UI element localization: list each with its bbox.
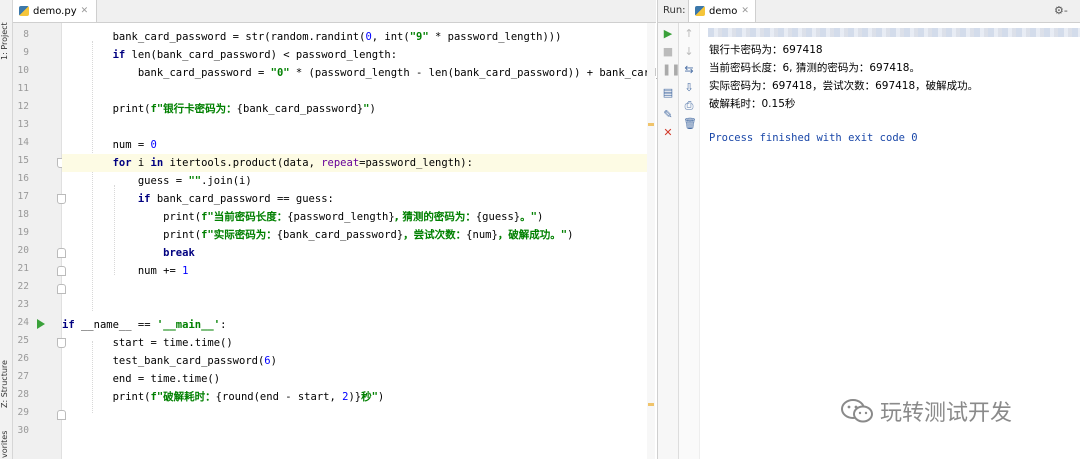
code-line-26: test_bank_card_password(6) bbox=[62, 355, 277, 367]
run-tab-label: demo bbox=[709, 5, 738, 17]
code-line-27: end = time.time() bbox=[62, 373, 221, 385]
line-number: 9 bbox=[23, 47, 29, 58]
python-file-icon bbox=[695, 6, 705, 16]
code-line-21: num += 1 bbox=[62, 265, 189, 277]
output-line: 破解耗时：0.15秒 bbox=[709, 98, 796, 110]
code-area[interactable]: bank_card_password = str(random.randint(… bbox=[62, 23, 714, 459]
line-number: 23 bbox=[17, 299, 29, 310]
trash-icon[interactable]: 🗑 bbox=[683, 118, 697, 130]
line-number: 11 bbox=[17, 83, 29, 94]
line-number: 8 bbox=[23, 29, 29, 40]
run-header: Run: demo ✕ ⚙- bbox=[658, 0, 1080, 23]
watermark: 玩转测试开发 bbox=[840, 395, 1012, 427]
code-line-17: if bank_card_password == guess: bbox=[137, 193, 334, 205]
structure-tool-button[interactable]: Z: Structure bbox=[0, 360, 12, 408]
line-number: 10 bbox=[17, 65, 29, 76]
output-line: 银行卡密码为：697418 bbox=[709, 44, 823, 56]
error-stripe-mark[interactable] bbox=[648, 123, 654, 126]
code-line-12: print(f"银行卡密码为：{bank_card_password}") bbox=[62, 103, 376, 115]
run-label: Run: bbox=[663, 5, 686, 16]
line-number: 19 bbox=[17, 227, 29, 238]
pause-icon[interactable]: ❚❚ bbox=[662, 64, 680, 76]
close-icon[interactable]: ✕ bbox=[741, 6, 749, 16]
error-stripe-mark[interactable] bbox=[648, 403, 654, 406]
restore-layout-icon[interactable]: ▤ bbox=[662, 87, 674, 99]
left-tool-strip: 1: Project Z: Structure vorites bbox=[0, 0, 13, 459]
line-number: 12 bbox=[17, 101, 29, 112]
line-number: 15 bbox=[17, 155, 29, 166]
gear-icon[interactable]: ⚙- bbox=[1054, 4, 1068, 17]
code-line-10: bank_card_password = "0" * (password_len… bbox=[62, 67, 714, 79]
scroll-to-end-icon[interactable]: ⇩ bbox=[683, 82, 695, 94]
line-number: 28 bbox=[17, 389, 29, 400]
editor-tab-bar: demo.py ✕ bbox=[13, 0, 656, 23]
pin-icon[interactable]: ✎ bbox=[662, 109, 674, 121]
editor-tab-label: demo.py bbox=[33, 5, 77, 17]
wechat-logo-icon bbox=[841, 399, 873, 423]
process-exit-message: Process finished with exit code 0 bbox=[709, 132, 918, 144]
line-number: 26 bbox=[17, 353, 29, 364]
code-line-24: if __name__ == '__main__': bbox=[62, 319, 227, 331]
line-number: 24 bbox=[17, 317, 29, 328]
run-gutter-icon[interactable] bbox=[37, 319, 45, 329]
down-arrow-icon[interactable]: ↓ bbox=[683, 46, 695, 58]
line-number: 13 bbox=[17, 119, 29, 130]
close-icon[interactable]: ✕ bbox=[81, 6, 89, 16]
line-number: 17 bbox=[17, 191, 29, 202]
line-number: 27 bbox=[17, 371, 29, 382]
code-line-15-current: for i in itertools.product(data, repeat=… bbox=[62, 154, 652, 172]
line-number: 18 bbox=[17, 209, 29, 220]
code-line-8: bank_card_password = str(random.randint(… bbox=[62, 31, 562, 43]
code-line-20: break bbox=[163, 247, 195, 259]
run-toolbar-primary: ▶ ■ ❚❚ ▤ ✎ ✕ bbox=[658, 23, 680, 459]
close-icon[interactable]: ✕ bbox=[662, 127, 674, 139]
stop-icon[interactable]: ■ bbox=[662, 46, 674, 58]
code-line-25: start = time.time() bbox=[62, 337, 233, 349]
code-line-16: guess = "".join(i) bbox=[62, 175, 252, 187]
line-number: 25 bbox=[17, 335, 29, 346]
code-line-9: if len(bank_card_password) < password_le… bbox=[112, 49, 398, 61]
code-line-18: print(f"当前密码长度：{password_length}, 猜测的密码为… bbox=[62, 211, 544, 223]
code-line-19: print(f"实际密码为：{bank_card_password}，尝试次数：… bbox=[62, 229, 574, 241]
line-number: 21 bbox=[17, 263, 29, 274]
redacted-command-line bbox=[708, 28, 1080, 37]
project-tool-button[interactable]: 1: Project bbox=[0, 4, 12, 60]
watermark-text: 玩转测试开发 bbox=[880, 401, 1013, 426]
soft-wrap-icon[interactable]: ⇆ bbox=[683, 64, 695, 76]
line-number-gutter: 8 9 10 11 12 13 14 15 16 17 18 19 20 21 … bbox=[13, 23, 66, 459]
rerun-icon[interactable]: ▶ bbox=[662, 28, 674, 40]
output-line: 当前密码长度：6, 猜测的密码为：697418。 bbox=[709, 62, 920, 74]
line-number: 29 bbox=[17, 407, 29, 418]
line-number: 20 bbox=[17, 245, 29, 256]
run-tab-demo[interactable]: demo ✕ bbox=[688, 0, 756, 22]
run-toolbar-secondary: ↑ ↓ ⇆ ⇩ ⎙ 🗑 bbox=[679, 23, 700, 459]
line-number: 30 bbox=[17, 425, 29, 436]
python-file-icon bbox=[19, 6, 29, 16]
code-line-28: print(f"破解耗时：{round(end - start, 2)}秒") bbox=[62, 391, 385, 403]
code-line-14: num = 0 bbox=[62, 139, 157, 151]
line-number: 16 bbox=[17, 173, 29, 184]
editor-scrollbar[interactable] bbox=[647, 23, 655, 459]
output-line: 实际密码为：697418，尝试次数：697418，破解成功。 bbox=[709, 80, 979, 92]
code-editor: demo.py ✕ 8 9 10 11 12 13 14 15 16 17 18… bbox=[13, 0, 714, 459]
favorites-tool-button[interactable]: vorites bbox=[0, 428, 12, 458]
run-tool-window: Run: demo ✕ ⚙- ▶ ■ ❚❚ ▤ ✎ ✕ ↑ ↓ ⇆ ⇩ ⎙ 🗑 … bbox=[657, 0, 1080, 459]
up-arrow-icon[interactable]: ↑ bbox=[683, 28, 695, 40]
print-icon[interactable]: ⎙ bbox=[683, 100, 695, 112]
editor-tab-demo-py[interactable]: demo.py ✕ bbox=[13, 0, 98, 22]
line-number: 14 bbox=[17, 137, 29, 148]
line-number: 22 bbox=[17, 281, 29, 292]
